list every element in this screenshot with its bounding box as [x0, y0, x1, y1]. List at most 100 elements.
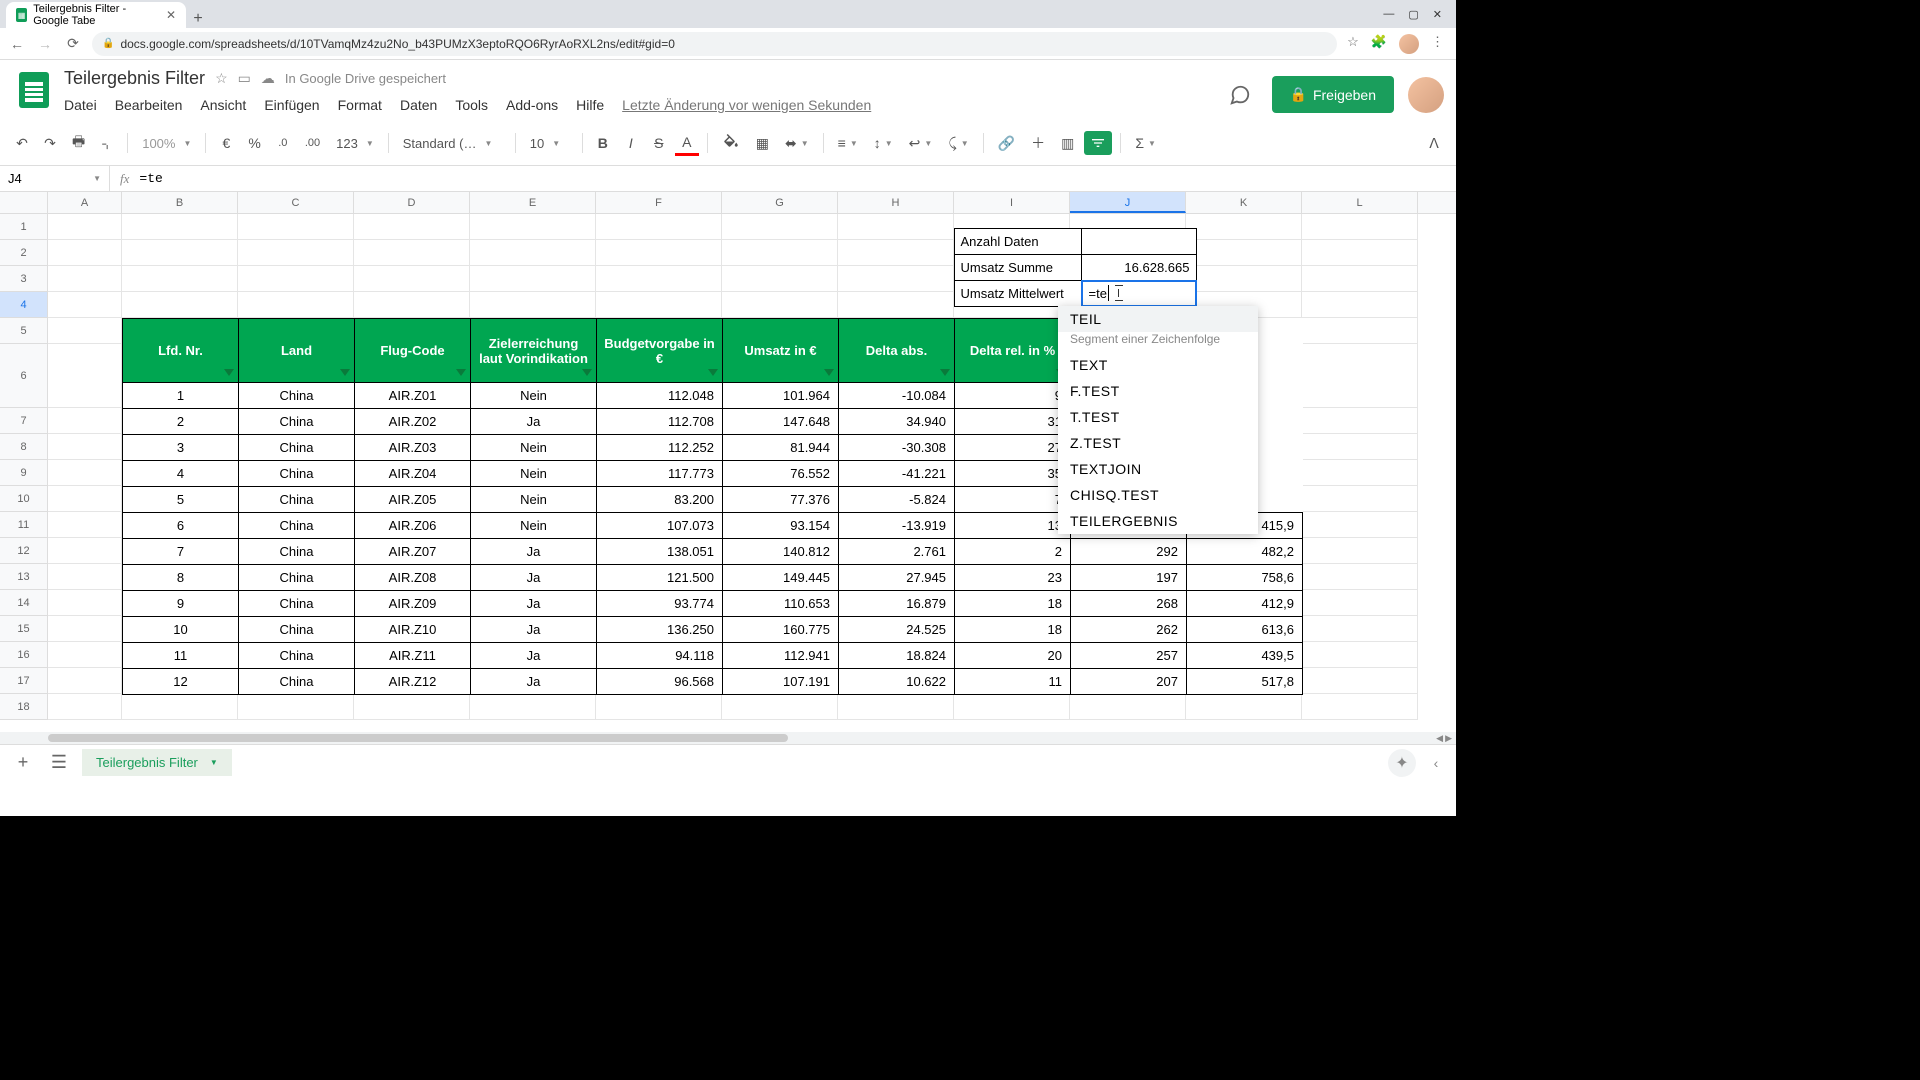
table-cell[interactable]: 24.525	[839, 617, 955, 643]
table-cell[interactable]: 2.761	[839, 539, 955, 565]
table-cell[interactable]: 9	[123, 591, 239, 617]
v-align-button[interactable]: ↕▼	[868, 131, 899, 155]
table-cell[interactable]: 112.708	[597, 409, 723, 435]
table-cell[interactable]: 18	[955, 591, 1071, 617]
cell[interactable]	[1302, 512, 1418, 538]
url-input[interactable]: 🔒 docs.google.com/spreadsheets/d/10TVamq…	[92, 32, 1337, 56]
cell[interactable]	[238, 292, 354, 318]
cell[interactable]	[1302, 616, 1418, 642]
cell[interactable]	[354, 694, 470, 720]
menu-daten[interactable]: Daten	[400, 97, 437, 113]
cell[interactable]	[1302, 292, 1418, 318]
summary-label-anzahl[interactable]: Anzahl Daten	[954, 228, 1082, 255]
cell[interactable]	[1302, 434, 1418, 460]
table-cell[interactable]: -30.308	[839, 435, 955, 461]
comment-button[interactable]: ＋	[1025, 129, 1051, 157]
cell[interactable]	[1302, 460, 1418, 486]
add-sheet-button[interactable]: +	[10, 750, 36, 776]
table-cell[interactable]: 268	[1071, 591, 1187, 617]
comments-button[interactable]	[1222, 77, 1258, 113]
document-title[interactable]: Teilergebnis Filter	[64, 68, 205, 89]
cell[interactable]	[354, 292, 470, 318]
menu-einfuegen[interactable]: Einfügen	[264, 97, 319, 113]
autocomplete-item-ttest[interactable]: T.TEST	[1058, 404, 1258, 430]
table-cell[interactable]: 4	[123, 461, 239, 487]
cell[interactable]	[1302, 486, 1418, 512]
extension-icon[interactable]: 🧩	[1371, 34, 1387, 54]
reload-button[interactable]: ⟳	[64, 35, 82, 53]
last-edit-link[interactable]: Letzte Änderung vor wenigen Sekunden	[622, 97, 871, 113]
filter-icon[interactable]	[582, 369, 592, 376]
italic-button[interactable]: I	[619, 131, 643, 155]
undo-button[interactable]: ↶	[10, 131, 34, 156]
row-header[interactable]: 7	[0, 408, 48, 434]
table-cell[interactable]: 23	[955, 565, 1071, 591]
table-cell[interactable]: China	[239, 617, 355, 643]
table-cell[interactable]: 136.250	[597, 617, 723, 643]
cell[interactable]	[48, 408, 122, 434]
cell[interactable]	[1302, 266, 1418, 292]
table-cell[interactable]: AIR.Z10	[355, 617, 471, 643]
table-cell[interactable]: 27	[955, 435, 1071, 461]
table-cell[interactable]: 613,6	[1187, 617, 1303, 643]
chrome-menu-icon[interactable]: ⋮	[1431, 34, 1444, 54]
scrollbar-thumb[interactable]	[48, 734, 788, 742]
table-cell[interactable]: China	[239, 513, 355, 539]
table-cell[interactable]: AIR.Z08	[355, 565, 471, 591]
row-header[interactable]: 6	[0, 344, 48, 408]
row-header[interactable]: 15	[0, 616, 48, 642]
table-cell[interactable]: 10.622	[839, 669, 955, 695]
merge-button[interactable]: ⬌▼	[779, 131, 815, 156]
forward-button[interactable]: →	[36, 35, 54, 53]
table-cell[interactable]: 117.773	[597, 461, 723, 487]
cell[interactable]	[122, 292, 238, 318]
row-header[interactable]: 9	[0, 460, 48, 486]
col-header-k[interactable]: K	[1186, 192, 1302, 213]
row-header[interactable]: 14	[0, 590, 48, 616]
table-cell[interactable]: Ja	[471, 409, 597, 435]
row-header[interactable]: 13	[0, 564, 48, 590]
row-header[interactable]: 8	[0, 434, 48, 460]
table-cell[interactable]: AIR.Z01	[355, 383, 471, 409]
table-cell[interactable]: 12	[123, 669, 239, 695]
table-cell[interactable]: 5	[123, 487, 239, 513]
table-cell[interactable]: Ja	[471, 591, 597, 617]
table-cell[interactable]: Ja	[471, 617, 597, 643]
table-cell[interactable]: Nein	[471, 383, 597, 409]
table-cell[interactable]: -10.084	[839, 383, 955, 409]
paint-format-button[interactable]: ⌍	[95, 131, 119, 156]
cell[interactable]	[354, 214, 470, 240]
borders-button[interactable]: ▦	[750, 131, 775, 156]
table-cell[interactable]: 18.824	[839, 643, 955, 669]
col-header-b[interactable]: B	[122, 192, 238, 213]
table-cell[interactable]: 412,9	[1187, 591, 1303, 617]
table-cell[interactable]: 138.051	[597, 539, 723, 565]
table-cell[interactable]: Nein	[471, 461, 597, 487]
cell[interactable]	[838, 266, 954, 292]
autocomplete-item-textjoin[interactable]: TEXTJOIN	[1058, 456, 1258, 482]
table-cell[interactable]: China	[239, 461, 355, 487]
autocomplete-item-teilergebnis[interactable]: TEILERGEBNIS	[1058, 508, 1258, 534]
cell[interactable]	[470, 266, 596, 292]
table-cell[interactable]: China	[239, 435, 355, 461]
col-header-j[interactable]: J	[1070, 192, 1186, 213]
table-cell[interactable]: 207	[1071, 669, 1187, 695]
table-cell[interactable]: 517,8	[1187, 669, 1303, 695]
cell[interactable]	[1186, 266, 1302, 292]
cell[interactable]	[1302, 214, 1418, 240]
cell[interactable]	[48, 318, 122, 344]
cell[interactable]	[838, 240, 954, 266]
table-cell[interactable]: China	[239, 591, 355, 617]
table-cell[interactable]: Nein	[471, 487, 597, 513]
row-header[interactable]: 10	[0, 486, 48, 512]
table-cell[interactable]: 76.552	[723, 461, 839, 487]
table-cell[interactable]: China	[239, 539, 355, 565]
table-cell[interactable]: China	[239, 643, 355, 669]
table-cell[interactable]: 81.944	[723, 435, 839, 461]
browser-tab[interactable]: ▦ Teilergebnis Filter - Google Tabe ✕	[6, 2, 186, 28]
cell[interactable]	[238, 266, 354, 292]
table-cell[interactable]: AIR.Z04	[355, 461, 471, 487]
cell[interactable]	[722, 292, 838, 318]
cell[interactable]	[1302, 590, 1418, 616]
print-button[interactable]: 🖶	[66, 127, 91, 159]
